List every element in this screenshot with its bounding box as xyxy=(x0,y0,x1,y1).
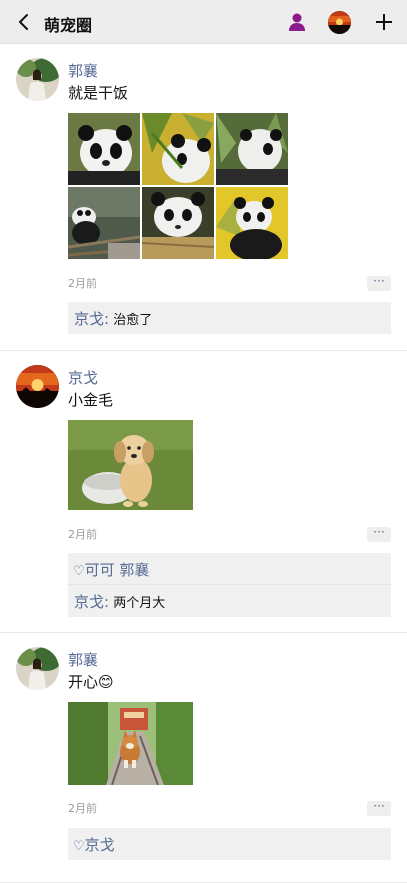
post-text: 小金毛 xyxy=(68,391,114,409)
comment-author[interactable]: 京戈: xyxy=(74,593,109,611)
post-text: 就是干饭 xyxy=(68,84,129,102)
comment-box: ♡可可 郭襄 京戈: 两个月大 xyxy=(68,553,391,617)
user-avatar-button[interactable] xyxy=(328,11,351,34)
author-name[interactable]: 郭襄 xyxy=(68,649,98,670)
post-timestamp: 2月前 xyxy=(68,802,97,815)
post-timestamp: 2月前 xyxy=(68,277,97,290)
panda-photo-5[interactable] xyxy=(142,187,214,259)
author-name[interactable]: 郭襄 xyxy=(68,60,98,81)
author-avatar[interactable] xyxy=(16,365,59,408)
comment-text: 两个月大 xyxy=(113,596,166,611)
moment-post: 郭襄 开心😊 2月前 ··· ♡京戈 xyxy=(0,633,407,883)
moment-post: 郭襄 就是干饭 2月前 ··· 京戈: 治愈了 xyxy=(0,44,407,351)
comment-box: ♡京戈 xyxy=(68,828,391,860)
panda-photo-3[interactable] xyxy=(216,113,288,185)
more-options-button[interactable]: ··· xyxy=(367,526,391,542)
panda-photo-6[interactable] xyxy=(216,187,288,259)
golden-puppy-photo[interactable] xyxy=(68,420,193,510)
top-bar: 萌宠圈 xyxy=(0,0,407,44)
author-name[interactable]: 京戈 xyxy=(68,367,98,388)
like-names[interactable]: 京戈 xyxy=(85,836,115,854)
comment-item[interactable]: 京戈: 两个月大 xyxy=(74,591,165,612)
like-names[interactable]: 可可 郭襄 xyxy=(85,561,150,579)
post-text: 开心😊 xyxy=(68,673,114,691)
comment-box: 京戈: 治愈了 xyxy=(68,302,391,334)
moment-post: 京戈 小金毛 2月前 ··· ♡可可 郭襄 京戈: 两个月大 xyxy=(0,351,407,633)
corgi-rail-photo[interactable] xyxy=(68,702,193,785)
comment-author[interactable]: 京戈: xyxy=(74,310,109,328)
heart-icon: ♡ xyxy=(73,839,85,854)
comment-item[interactable]: 京戈: 治愈了 xyxy=(74,308,152,329)
panda-photo-1[interactable] xyxy=(68,113,140,185)
post-timestamp: 2月前 xyxy=(68,528,97,541)
like-list: ♡京戈 xyxy=(73,834,115,855)
heart-icon: ♡ xyxy=(73,564,85,579)
like-list: ♡可可 郭襄 xyxy=(73,559,149,580)
panda-photo-4[interactable] xyxy=(68,187,140,259)
person-icon[interactable] xyxy=(286,11,308,33)
more-options-button[interactable]: ··· xyxy=(367,275,391,291)
author-avatar[interactable] xyxy=(16,58,59,101)
more-options-button[interactable]: ··· xyxy=(367,800,391,816)
plus-icon[interactable] xyxy=(373,11,395,33)
feedback-divider xyxy=(68,584,391,585)
page-title: 萌宠圈 xyxy=(44,16,93,35)
author-avatar[interactable] xyxy=(16,647,59,690)
panda-photo-2[interactable] xyxy=(142,113,214,185)
comment-text: 治愈了 xyxy=(113,313,153,328)
chevron-left-icon[interactable] xyxy=(14,12,34,32)
